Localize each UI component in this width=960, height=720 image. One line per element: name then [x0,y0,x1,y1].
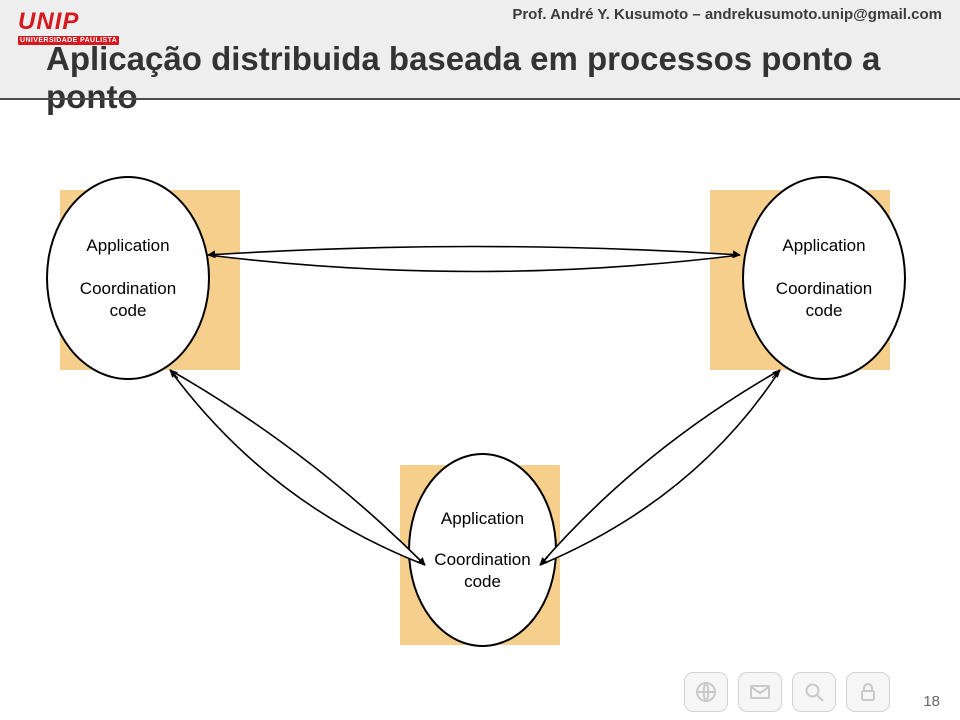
node-bottom: Application Coordination code [408,453,557,647]
slide: UNIP UNIVERSIDADE PAULISTA Prof. André Y… [0,0,960,720]
node-code-label: code [110,300,147,321]
node-coordination-label: Coordination [434,549,530,570]
mail-icon [738,672,782,712]
header-band: UNIP UNIVERSIDADE PAULISTA Prof. André Y… [0,0,960,100]
search-icon [792,672,836,712]
page-title: Aplicação distribuida baseada em process… [46,40,960,116]
footer-icons [684,672,890,712]
page-number: 18 [923,693,940,710]
node-top-right: Application Coordination code [742,176,906,380]
node-application-label: Application [86,235,169,256]
node-top-left: Application Coordination code [46,176,210,380]
logo-text: UNIP [18,8,79,35]
node-code-label: code [464,571,501,592]
node-application-label: Application [782,235,865,256]
node-application-label: Application [441,508,524,529]
node-coordination-label: Coordination [80,278,176,299]
node-coordination-label: Coordination [776,278,872,299]
node-code-label: code [806,300,843,321]
globe-icon [684,672,728,712]
diagram: Application Coordination code Applicatio… [0,120,960,680]
credit-line: Prof. André Y. Kusumoto – andrekusumoto.… [512,6,942,23]
lock-icon [846,672,890,712]
